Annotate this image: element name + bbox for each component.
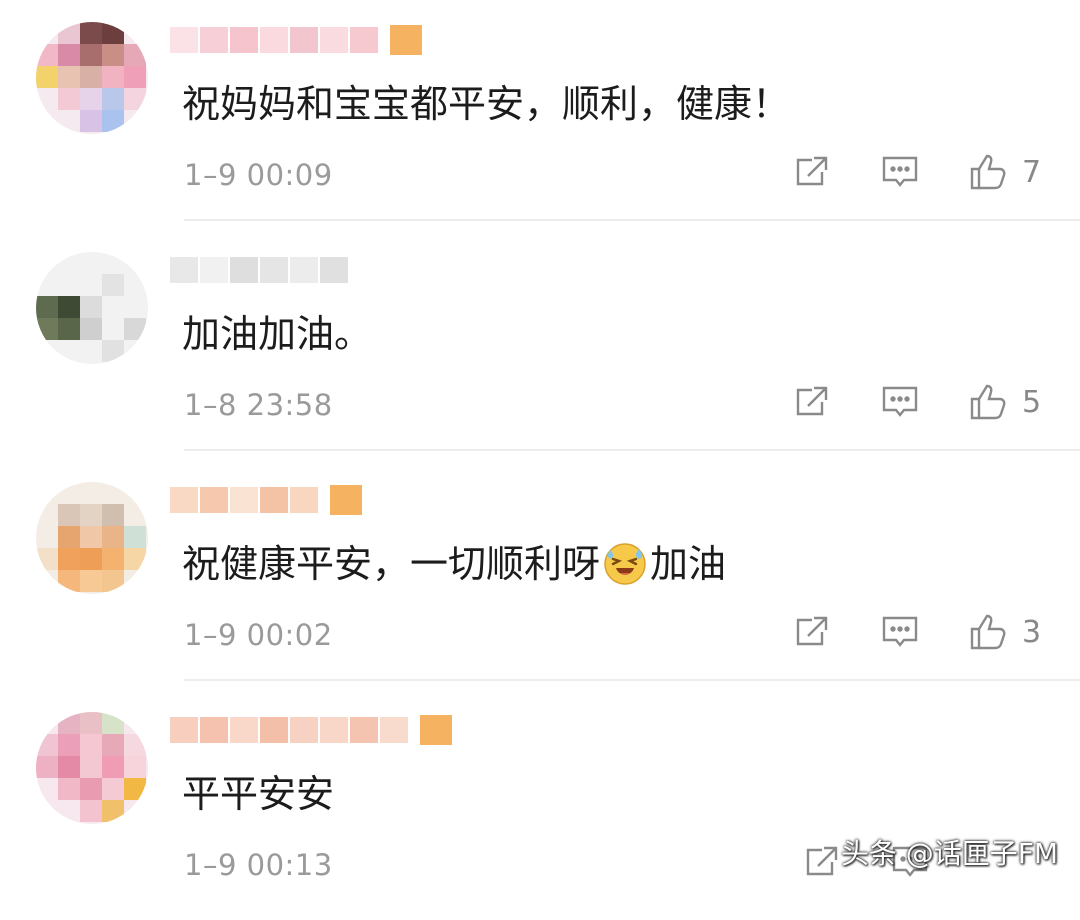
username-blurred[interactable] bbox=[170, 712, 452, 748]
comment-timestamp: 1–9 00:02 bbox=[184, 618, 333, 652]
comment-text: 平平安安 bbox=[182, 772, 335, 816]
comment-actions: 5 bbox=[744, 382, 1042, 422]
avatar[interactable] bbox=[36, 22, 148, 134]
comment-timestamp: 1–8 23:58 bbox=[184, 388, 333, 422]
comment-item: 祝妈妈和宝宝都平安，顺利，健康！ 1–9 00:09 7 bbox=[0, 0, 1080, 230]
username-blurred[interactable] bbox=[170, 22, 422, 58]
user-badge-icon bbox=[390, 25, 422, 55]
comment-item: 祝健康平安，一切顺利呀 加油 1–9 00:02 3 bbox=[0, 460, 1080, 690]
comment-item: 平平安安 1–9 00:13 bbox=[0, 690, 1080, 920]
comment-icon[interactable] bbox=[880, 382, 920, 422]
comment-item: 加油加油。 1–8 23:58 5 bbox=[0, 230, 1080, 460]
comment-actions: 7 bbox=[744, 152, 1042, 192]
thumbs-up-icon[interactable] bbox=[968, 382, 1008, 422]
divider bbox=[184, 679, 1080, 681]
avatar[interactable] bbox=[36, 252, 148, 364]
comment-text: 祝健康平安，一切顺利呀 加油 bbox=[182, 542, 727, 586]
comment-text: 祝妈妈和宝宝都平安，顺利，健康！ bbox=[182, 82, 791, 126]
like-count: 3 bbox=[1022, 614, 1042, 650]
thumbs-up-icon[interactable] bbox=[968, 152, 1008, 192]
avatar[interactable] bbox=[36, 482, 148, 594]
watermark: 头条 @话匣子FM bbox=[840, 837, 1058, 870]
comment-timestamp: 1–9 00:13 bbox=[184, 848, 333, 882]
comment-timestamp: 1–9 00:09 bbox=[184, 158, 333, 192]
share-icon[interactable] bbox=[792, 612, 832, 652]
comment-actions: 3 bbox=[744, 612, 1042, 652]
like-count: 5 bbox=[1022, 384, 1042, 420]
divider bbox=[184, 219, 1080, 221]
comment-text: 加油加油。 bbox=[182, 312, 373, 356]
user-badge-icon bbox=[330, 485, 362, 515]
share-icon[interactable] bbox=[792, 152, 832, 192]
comment-icon[interactable] bbox=[880, 152, 920, 192]
username-blurred[interactable] bbox=[170, 482, 362, 518]
share-icon[interactable] bbox=[802, 842, 842, 882]
share-icon[interactable] bbox=[792, 382, 832, 422]
divider bbox=[184, 449, 1080, 451]
thumbs-up-icon[interactable] bbox=[968, 612, 1008, 652]
avatar[interactable] bbox=[36, 712, 148, 824]
laughing-tears-emoji-icon bbox=[604, 543, 646, 585]
username-blurred[interactable] bbox=[170, 252, 350, 288]
user-badge-icon bbox=[420, 715, 452, 745]
comment-icon[interactable] bbox=[880, 612, 920, 652]
like-count: 7 bbox=[1022, 154, 1042, 190]
